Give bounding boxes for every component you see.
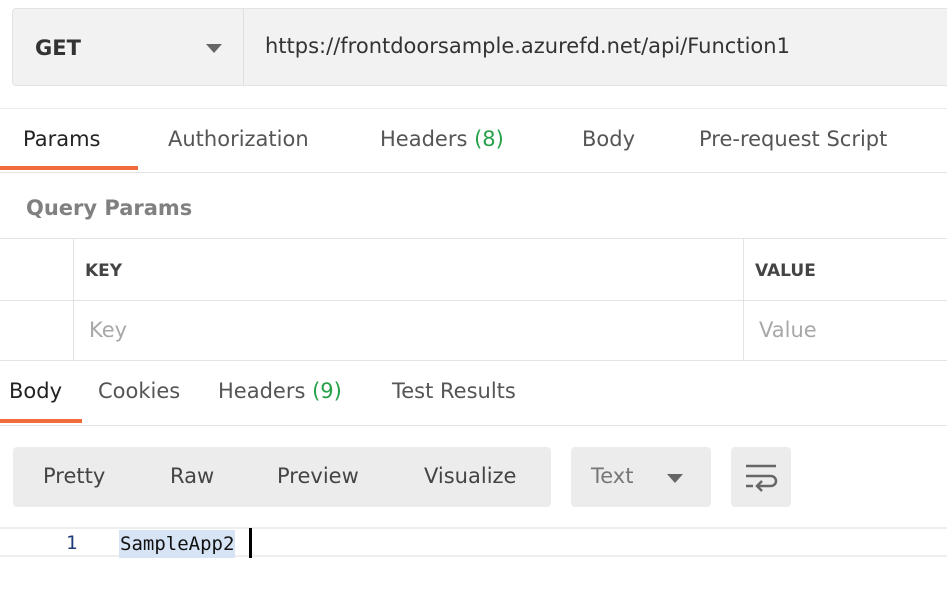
active-tab-indicator [0, 166, 138, 170]
tab-params[interactable]: Params [23, 127, 101, 151]
pretty-button[interactable]: Pretty [43, 464, 105, 488]
tab-cookies[interactable]: Cookies [98, 379, 180, 403]
response-type-label: Text [591, 464, 634, 488]
row-divider [0, 300, 947, 301]
line-number: 1 [66, 532, 78, 554]
key-column-header: KEY [85, 261, 123, 281]
tab-prerequest-script[interactable]: Pre-request Script [699, 127, 887, 151]
value-column-header: VALUE [755, 261, 816, 281]
tab-authorization[interactable]: Authorization [168, 127, 309, 151]
tab-body[interactable]: Body [582, 127, 635, 151]
response-body-text[interactable]: SampleApp2 [119, 530, 236, 558]
request-tabs: Params Authorization Headers (8) Body Pr… [0, 108, 947, 173]
response-type-select[interactable]: Text [571, 447, 711, 507]
chevron-down-icon [206, 44, 222, 53]
text-cursor [249, 528, 252, 558]
request-bar: GET https://frontdoorsample.azurefd.net/… [12, 8, 947, 86]
tab-response-headers-label: Headers [218, 379, 306, 403]
query-params-title: Query Params [26, 196, 193, 220]
format-button-group: Pretty Raw Preview Visualize [13, 447, 551, 507]
response-tabs: Body Cookies Headers (9) Test Results [0, 361, 947, 426]
key-input[interactable]: Key [89, 318, 127, 342]
url-input[interactable]: https://frontdoorsample.azurefd.net/api/… [265, 34, 790, 58]
tab-response-headers[interactable]: Headers (9) [218, 379, 342, 403]
value-input[interactable]: Value [759, 318, 817, 342]
tab-headers[interactable]: Headers (8) [380, 127, 504, 151]
visualize-button[interactable]: Visualize [424, 464, 516, 488]
tab-test-results[interactable]: Test Results [392, 379, 516, 403]
tab-headers-label: Headers [380, 127, 468, 151]
method-select[interactable]: GET [13, 9, 244, 85]
response-headers-count-badge: (9) [312, 379, 342, 403]
active-response-tab-indicator [0, 419, 82, 423]
chevron-down-icon [667, 474, 683, 483]
query-params-table: KEY VALUE Key Value [0, 238, 947, 361]
headers-count-badge: (8) [474, 127, 504, 151]
wrap-lines-icon [746, 464, 778, 492]
wrap-lines-button[interactable] [731, 447, 791, 507]
method-label: GET [35, 36, 81, 60]
raw-button[interactable]: Raw [170, 464, 214, 488]
preview-button[interactable]: Preview [277, 464, 359, 488]
tab-response-body[interactable]: Body [9, 379, 62, 403]
